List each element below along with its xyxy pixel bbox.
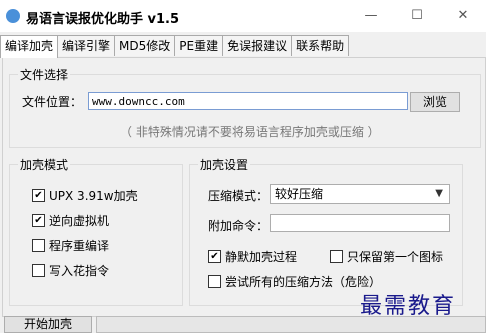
title-bar: 易语言误报优化助手 v1.5 — ☐ ✕ xyxy=(0,0,486,32)
compress-mode-label: 压缩模式： xyxy=(208,189,269,203)
checkbox-box xyxy=(32,239,45,252)
junk-code-label: 写入花指令 xyxy=(49,264,110,278)
watermark-logo: 最需教育 xyxy=(360,294,457,319)
shell-mode-group: 加壳模式 ✔ UPX 3.91w加壳 ✔ 逆向虚拟机 程序重编译 写入花指令 xyxy=(9,156,183,306)
extra-command-label: 附加命令： xyxy=(208,219,269,233)
checkbox-box xyxy=(208,275,221,288)
tab-panel: 文件选择 文件位置： www.downcc.com 浏览 （ 非特殊情况请不要将… xyxy=(2,57,486,317)
chevron-down-icon: ▼ xyxy=(435,188,443,199)
pack-warning-hint: （ 非特殊情况请不要将易语言程序加壳或压缩 ） xyxy=(120,125,380,139)
file-select-group-title: 文件选择 xyxy=(18,66,71,83)
keep-first-icon-checkbox[interactable]: 只保留第一个图标 xyxy=(330,248,443,265)
tab-pe-rebuild[interactable]: PE重建 xyxy=(174,35,224,56)
silent-pack-checkbox[interactable]: ✔ 静默加壳过程 xyxy=(208,248,297,265)
reverse-vm-label: 逆向虚拟机 xyxy=(49,214,110,228)
file-select-group: 文件选择 文件位置： www.downcc.com 浏览 （ 非特殊情况请不要将… xyxy=(9,66,481,148)
window-title: 易语言误报优化助手 v1.5 xyxy=(26,12,180,27)
compress-mode-select[interactable]: 较好压缩 ▼ xyxy=(270,184,450,204)
file-location-label: 文件位置： xyxy=(22,95,83,109)
checkbox-box: ✔ xyxy=(32,189,45,202)
file-location-input[interactable]: www.downcc.com xyxy=(88,92,408,110)
tab-md5-modify[interactable]: MD5修改 xyxy=(114,35,176,56)
silent-pack-label: 静默加壳过程 xyxy=(225,250,298,264)
shell-mode-group-title: 加壳模式 xyxy=(18,156,71,173)
close-button[interactable]: ✕ xyxy=(440,0,486,30)
app-icon xyxy=(6,9,20,23)
tab-bar: 编译加壳 编译引擎 MD5修改 PE重建 免误报建议 联系帮助 xyxy=(0,35,350,58)
tab-contact-help[interactable]: 联系帮助 xyxy=(291,35,350,56)
checkbox-box: ✔ xyxy=(32,214,45,227)
shell-settings-group-title: 加壳设置 xyxy=(198,156,251,173)
shell-settings-group: 加壳设置 压缩模式： 较好压缩 ▼ 附加命令： ✔ 静默加壳过程 只保留第一个图… xyxy=(189,156,463,306)
checkbox-box xyxy=(32,264,45,277)
recompile-label: 程序重编译 xyxy=(49,239,110,253)
checkbox-box xyxy=(330,250,343,263)
recompile-checkbox[interactable]: 程序重编译 xyxy=(32,237,109,254)
maximize-button[interactable]: ☐ xyxy=(394,0,440,30)
extra-command-input[interactable] xyxy=(270,214,450,232)
try-all-methods-checkbox[interactable]: 尝试所有的压缩方法（危险） xyxy=(208,273,381,290)
tab-compile-pack[interactable]: 编译加壳 xyxy=(0,35,59,58)
compress-mode-value: 较好压缩 xyxy=(275,187,324,201)
browse-button[interactable]: 浏览 xyxy=(410,92,460,112)
tab-false-positive-tips[interactable]: 免误报建议 xyxy=(222,35,293,56)
upx-pack-checkbox[interactable]: ✔ UPX 3.91w加壳 xyxy=(32,187,138,204)
checkbox-box: ✔ xyxy=(208,250,221,263)
minimize-button[interactable]: — xyxy=(348,0,394,30)
reverse-vm-checkbox[interactable]: ✔ 逆向虚拟机 xyxy=(32,212,109,229)
tab-compile-engine[interactable]: 编译引擎 xyxy=(57,35,116,56)
junk-code-checkbox[interactable]: 写入花指令 xyxy=(32,262,109,279)
try-all-methods-label: 尝试所有的压缩方法（危险） xyxy=(225,275,382,289)
upx-pack-label: UPX 3.91w加壳 xyxy=(49,189,138,203)
keep-first-icon-label: 只保留第一个图标 xyxy=(347,250,444,264)
start-pack-button[interactable]: 开始加壳 xyxy=(4,316,92,333)
